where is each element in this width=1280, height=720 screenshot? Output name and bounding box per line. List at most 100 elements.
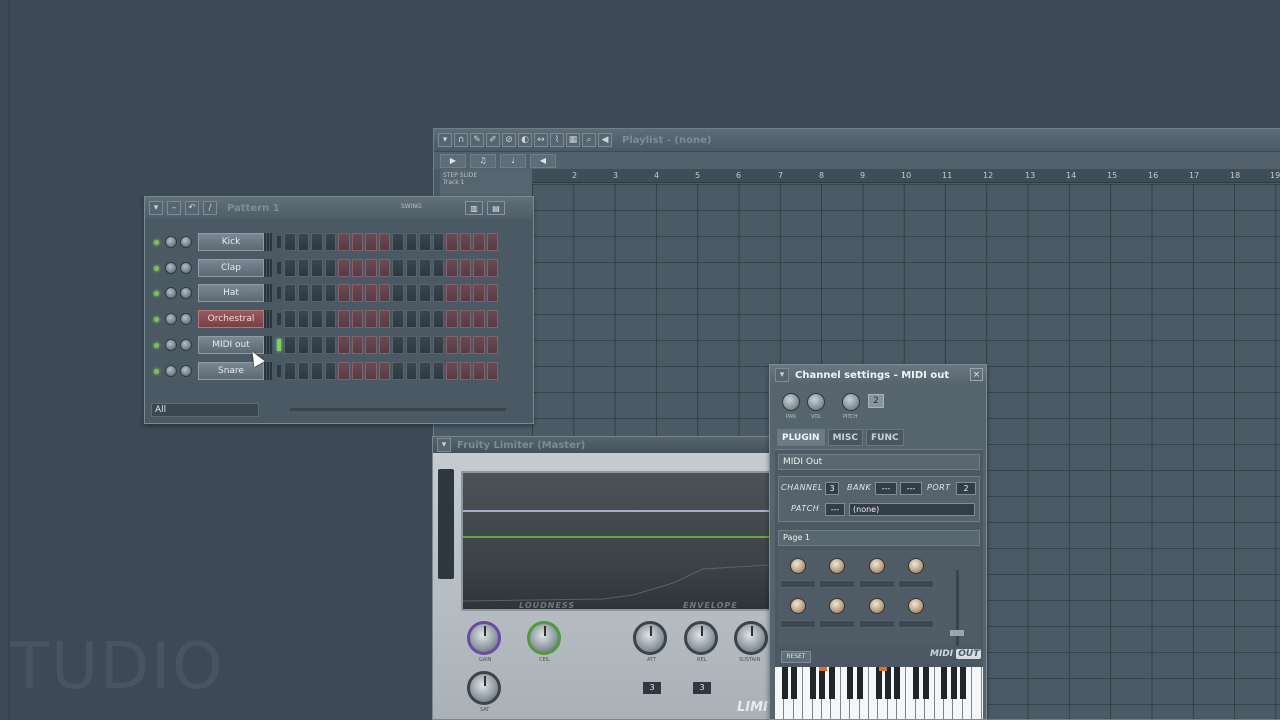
graph-view-icon[interactable]: ▥ [465, 201, 483, 215]
step-button[interactable] [365, 284, 377, 302]
step-button[interactable] [378, 362, 390, 380]
piano-black-key[interactable] [875, 667, 882, 699]
pan-knob[interactable] [165, 365, 177, 377]
scroll-left-icon[interactable]: ◀ [530, 153, 556, 168]
tab-plugin[interactable]: PLUGIN [777, 429, 825, 446]
step-button[interactable] [419, 259, 431, 277]
controller-knob[interactable] [869, 558, 885, 574]
step-button[interactable] [486, 362, 498, 380]
controller-slot[interactable] [898, 620, 934, 628]
saturation-knob[interactable] [467, 671, 501, 705]
step-button[interactable] [297, 362, 309, 380]
step-button[interactable] [297, 310, 309, 328]
channel-button[interactable]: Orchestral [198, 310, 264, 328]
step-button[interactable] [432, 284, 444, 302]
step-button[interactable] [311, 310, 323, 328]
pan-knob[interactable] [165, 287, 177, 299]
step-button[interactable] [351, 362, 363, 380]
step-button[interactable] [324, 362, 336, 380]
step-button[interactable] [432, 259, 444, 277]
limiter-side-controls[interactable] [438, 469, 454, 579]
step-button[interactable] [365, 310, 377, 328]
step-button[interactable] [338, 310, 350, 328]
step-button[interactable] [473, 284, 485, 302]
step-button[interactable] [324, 336, 336, 354]
step-button[interactable] [311, 259, 323, 277]
play-icon[interactable]: ▶ [440, 153, 466, 168]
piano-keyboard[interactable] [775, 667, 983, 719]
step-button[interactable] [405, 336, 417, 354]
attack-knob[interactable] [633, 621, 667, 655]
slice-icon[interactable]: ⌇ [550, 133, 564, 147]
controller-slot[interactable] [859, 580, 895, 588]
step-button[interactable] [446, 310, 458, 328]
zoom-icon[interactable]: ⌕ [582, 133, 596, 147]
pan-knob[interactable] [782, 393, 800, 411]
step-button[interactable] [284, 233, 296, 251]
step-button[interactable] [297, 284, 309, 302]
ceiling-knob[interactable] [527, 621, 561, 655]
step-button[interactable] [432, 336, 444, 354]
volume-knob[interactable] [180, 339, 192, 351]
step-button[interactable] [338, 336, 350, 354]
minimize-icon[interactable]: – [167, 201, 181, 215]
patch-value[interactable]: --- [825, 503, 845, 516]
key-range-marker[interactable] [819, 667, 827, 671]
piano-black-key[interactable] [960, 667, 967, 699]
step-button[interactable] [432, 362, 444, 380]
page-select[interactable]: Page 1 [778, 530, 980, 546]
gain-knob[interactable] [467, 621, 501, 655]
channel-select-indicator[interactable] [277, 313, 281, 325]
step-button[interactable] [311, 362, 323, 380]
step-button[interactable] [297, 336, 309, 354]
pitch-knob[interactable] [842, 393, 860, 411]
curve-value[interactable]: 3 [643, 682, 661, 694]
controller-knob[interactable] [829, 558, 845, 574]
step-button[interactable] [473, 336, 485, 354]
step-button[interactable] [324, 259, 336, 277]
step-button[interactable] [284, 336, 296, 354]
step-button[interactable] [459, 259, 471, 277]
step-button[interactable] [419, 362, 431, 380]
tab-func[interactable]: FUNC [866, 429, 904, 446]
piano-black-key[interactable] [781, 667, 788, 699]
step-button[interactable] [473, 310, 485, 328]
pitch-fader-handle[interactable] [950, 630, 964, 636]
step-button[interactable] [459, 284, 471, 302]
step-button[interactable] [392, 259, 404, 277]
pattern-mode-icon[interactable]: ♫ [470, 153, 496, 168]
controller-slot[interactable] [859, 620, 895, 628]
step-button[interactable] [338, 362, 350, 380]
step-button[interactable] [392, 336, 404, 354]
step-button[interactable] [419, 336, 431, 354]
step-button[interactable] [459, 362, 471, 380]
channel-button[interactable]: Hat [198, 284, 264, 302]
volume-knob[interactable] [180, 262, 192, 274]
mute-icon[interactable]: ◐ [518, 133, 532, 147]
step-button[interactable] [297, 259, 309, 277]
step-button[interactable] [486, 284, 498, 302]
controller-knob[interactable] [908, 558, 924, 574]
step-button[interactable] [378, 336, 390, 354]
step-button[interactable] [405, 259, 417, 277]
pan-knob[interactable] [165, 313, 177, 325]
select-icon[interactable]: ▦ [566, 133, 580, 147]
step-button[interactable] [473, 259, 485, 277]
channel-button[interactable]: Kick [198, 233, 264, 251]
channel-filter-select[interactable]: All [151, 403, 259, 417]
piano-black-key[interactable] [913, 667, 920, 699]
playlist-ruler[interactable]: 2 3 4 5 6 7 8 9 10 11 12 13 14 15 16 17 … [532, 169, 1280, 183]
step-button[interactable] [405, 362, 417, 380]
volume-knob[interactable] [180, 365, 192, 377]
step-button[interactable] [351, 233, 363, 251]
piano-black-key[interactable] [847, 667, 854, 699]
step-button[interactable] [378, 259, 390, 277]
step-button[interactable] [284, 362, 296, 380]
controller-slot[interactable] [819, 580, 855, 588]
channel-led[interactable] [154, 291, 159, 296]
step-button[interactable] [432, 310, 444, 328]
step-button[interactable] [392, 362, 404, 380]
channel-led[interactable] [154, 369, 159, 374]
step-button[interactable] [365, 233, 377, 251]
step-button[interactable] [365, 259, 377, 277]
